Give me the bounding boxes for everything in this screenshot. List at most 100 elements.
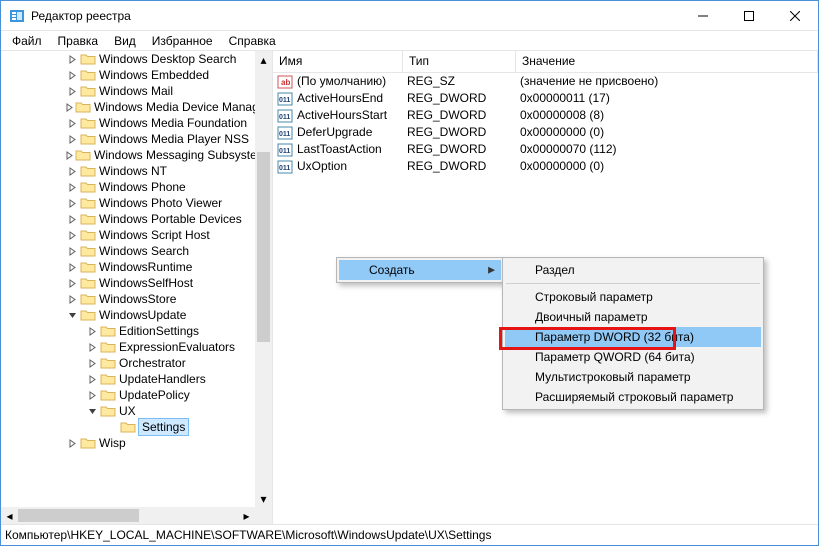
menu-edit[interactable]: Правка — [51, 33, 106, 49]
chevron-right-icon[interactable] — [65, 199, 79, 208]
scroll-up-icon[interactable]: ▴ — [255, 51, 272, 68]
tree-item[interactable]: EditionSettings — [1, 323, 255, 339]
scroll-left-icon[interactable]: ◂ — [1, 507, 18, 524]
chevron-right-icon[interactable] — [65, 71, 79, 80]
context-item[interactable]: Строковый параметр — [505, 287, 761, 307]
tree-item-label: Orchestrator — [119, 355, 186, 371]
chevron-right-icon[interactable] — [65, 279, 79, 288]
chevron-right-icon[interactable] — [65, 183, 79, 192]
col-name[interactable]: Имя — [273, 51, 403, 72]
tree-item[interactable]: Wisp — [1, 435, 255, 451]
folder-icon — [75, 148, 91, 162]
tree-item[interactable]: WindowsStore — [1, 291, 255, 307]
tree-item[interactable]: UX — [1, 403, 255, 419]
tree-item[interactable]: Windows Photo Viewer — [1, 195, 255, 211]
menu-favorites[interactable]: Избранное — [145, 33, 220, 49]
tree-item[interactable]: Windows Portable Devices — [1, 211, 255, 227]
value-list[interactable]: ab(По умолчанию)REG_SZ(значение не присв… — [273, 73, 818, 175]
tree-item[interactable]: Windows Media Foundation — [1, 115, 255, 131]
content: Windows Desktop SearchWindows EmbeddedWi… — [1, 51, 818, 525]
context-item[interactable]: Параметр DWORD (32 бита) — [505, 327, 761, 347]
tree-item[interactable]: ExpressionEvaluators — [1, 339, 255, 355]
value-row[interactable]: 011LastToastActionREG_DWORD0x00000070 (1… — [273, 141, 818, 158]
minimize-button[interactable] — [680, 1, 726, 31]
chevron-right-icon[interactable] — [65, 87, 79, 96]
tree-item[interactable]: Settings — [1, 419, 255, 435]
tree-item-label: Settings — [138, 418, 189, 436]
value-type: REG_DWORD — [403, 158, 516, 175]
folder-icon — [80, 228, 96, 242]
value-row[interactable]: 011ActiveHoursStartREG_DWORD0x00000008 (… — [273, 107, 818, 124]
binary-value-icon: 011 — [277, 160, 293, 174]
chevron-right-icon[interactable] — [65, 55, 79, 64]
context-item[interactable]: Расширяемый строковый параметр — [505, 387, 761, 407]
folder-icon — [80, 436, 96, 450]
tree-item[interactable]: WindowsSelfHost — [1, 275, 255, 291]
context-create[interactable]: Создать ▶ — [339, 260, 501, 280]
chevron-down-icon[interactable] — [85, 407, 99, 416]
chevron-right-icon[interactable] — [85, 375, 99, 384]
chevron-right-icon[interactable] — [65, 135, 79, 144]
tree-item[interactable]: Windows Desktop Search — [1, 51, 255, 67]
chevron-right-icon[interactable] — [65, 167, 79, 176]
tree-item[interactable]: WindowsRuntime — [1, 259, 255, 275]
context-item[interactable]: Двоичный параметр — [505, 307, 761, 327]
binary-value-icon: 011 — [277, 92, 293, 106]
value-data: 0x00000008 (8) — [516, 107, 818, 124]
chevron-right-icon[interactable] — [65, 295, 79, 304]
tree-item[interactable]: Windows Mail — [1, 83, 255, 99]
tree-item[interactable]: UpdateHandlers — [1, 371, 255, 387]
value-row[interactable]: 011DeferUpgradeREG_DWORD0x00000000 (0) — [273, 124, 818, 141]
value-row[interactable]: 011UxOptionREG_DWORD0x00000000 (0) — [273, 158, 818, 175]
tree-item-label: UX — [119, 403, 136, 419]
menu-view[interactable]: Вид — [107, 33, 143, 49]
tree-item[interactable]: WindowsUpdate — [1, 307, 255, 323]
tree-item[interactable]: Windows Media Player NSS — [1, 131, 255, 147]
tree[interactable]: Windows Desktop SearchWindows EmbeddedWi… — [1, 51, 255, 507]
tree-h-scrollbar[interactable]: ◂ ▸ — [1, 507, 255, 524]
chevron-right-icon[interactable] — [65, 119, 79, 128]
close-button[interactable] — [772, 1, 818, 31]
tree-item[interactable]: Windows Messaging Subsystem — [1, 147, 255, 163]
tree-item[interactable]: Windows Search — [1, 243, 255, 259]
scroll-thumb[interactable] — [257, 152, 270, 342]
tree-item[interactable]: Windows NT — [1, 163, 255, 179]
chevron-right-icon[interactable] — [85, 327, 99, 336]
chevron-down-icon[interactable] — [65, 311, 79, 320]
scroll-thumb[interactable] — [18, 509, 139, 522]
context-item[interactable]: Мультистроковый параметр — [505, 367, 761, 387]
chevron-right-icon[interactable] — [65, 103, 74, 112]
scroll-right-icon[interactable]: ▸ — [238, 507, 255, 524]
value-data: (значение не присвоено) — [516, 73, 818, 90]
col-value[interactable]: Значение — [516, 51, 818, 72]
tree-item[interactable]: Windows Script Host — [1, 227, 255, 243]
tree-item[interactable]: Windows Phone — [1, 179, 255, 195]
tree-item[interactable]: UpdatePolicy — [1, 387, 255, 403]
chevron-right-icon[interactable] — [85, 359, 99, 368]
binary-value-icon: 011 — [277, 126, 293, 140]
chevron-right-icon[interactable] — [85, 343, 99, 352]
chevron-right-icon[interactable] — [65, 247, 79, 256]
context-item[interactable]: Параметр QWORD (64 бита) — [505, 347, 761, 367]
menu-file[interactable]: Файл — [5, 33, 49, 49]
tree-v-scrollbar[interactable]: ▴ ▾ — [255, 51, 272, 507]
tree-item[interactable]: Windows Media Device Manager — [1, 99, 255, 115]
scroll-down-icon[interactable]: ▾ — [255, 490, 272, 507]
context-item[interactable]: Раздел — [505, 260, 761, 280]
menu-help[interactable]: Справка — [222, 33, 283, 49]
chevron-right-icon[interactable] — [65, 215, 79, 224]
value-row[interactable]: 011ActiveHoursEndREG_DWORD0x00000011 (17… — [273, 90, 818, 107]
tree-item[interactable]: Orchestrator — [1, 355, 255, 371]
chevron-right-icon[interactable] — [65, 439, 79, 448]
tree-item-label: EditionSettings — [119, 323, 199, 339]
chevron-right-icon[interactable] — [65, 231, 79, 240]
maximize-button[interactable] — [726, 1, 772, 31]
tree-item-label: WindowsUpdate — [99, 307, 186, 323]
folder-icon — [80, 260, 96, 274]
chevron-right-icon[interactable] — [65, 263, 79, 272]
col-type[interactable]: Тип — [403, 51, 516, 72]
tree-item[interactable]: Windows Embedded — [1, 67, 255, 83]
value-row[interactable]: ab(По умолчанию)REG_SZ(значение не присв… — [273, 73, 818, 90]
chevron-right-icon[interactable] — [65, 151, 74, 160]
chevron-right-icon[interactable] — [85, 391, 99, 400]
